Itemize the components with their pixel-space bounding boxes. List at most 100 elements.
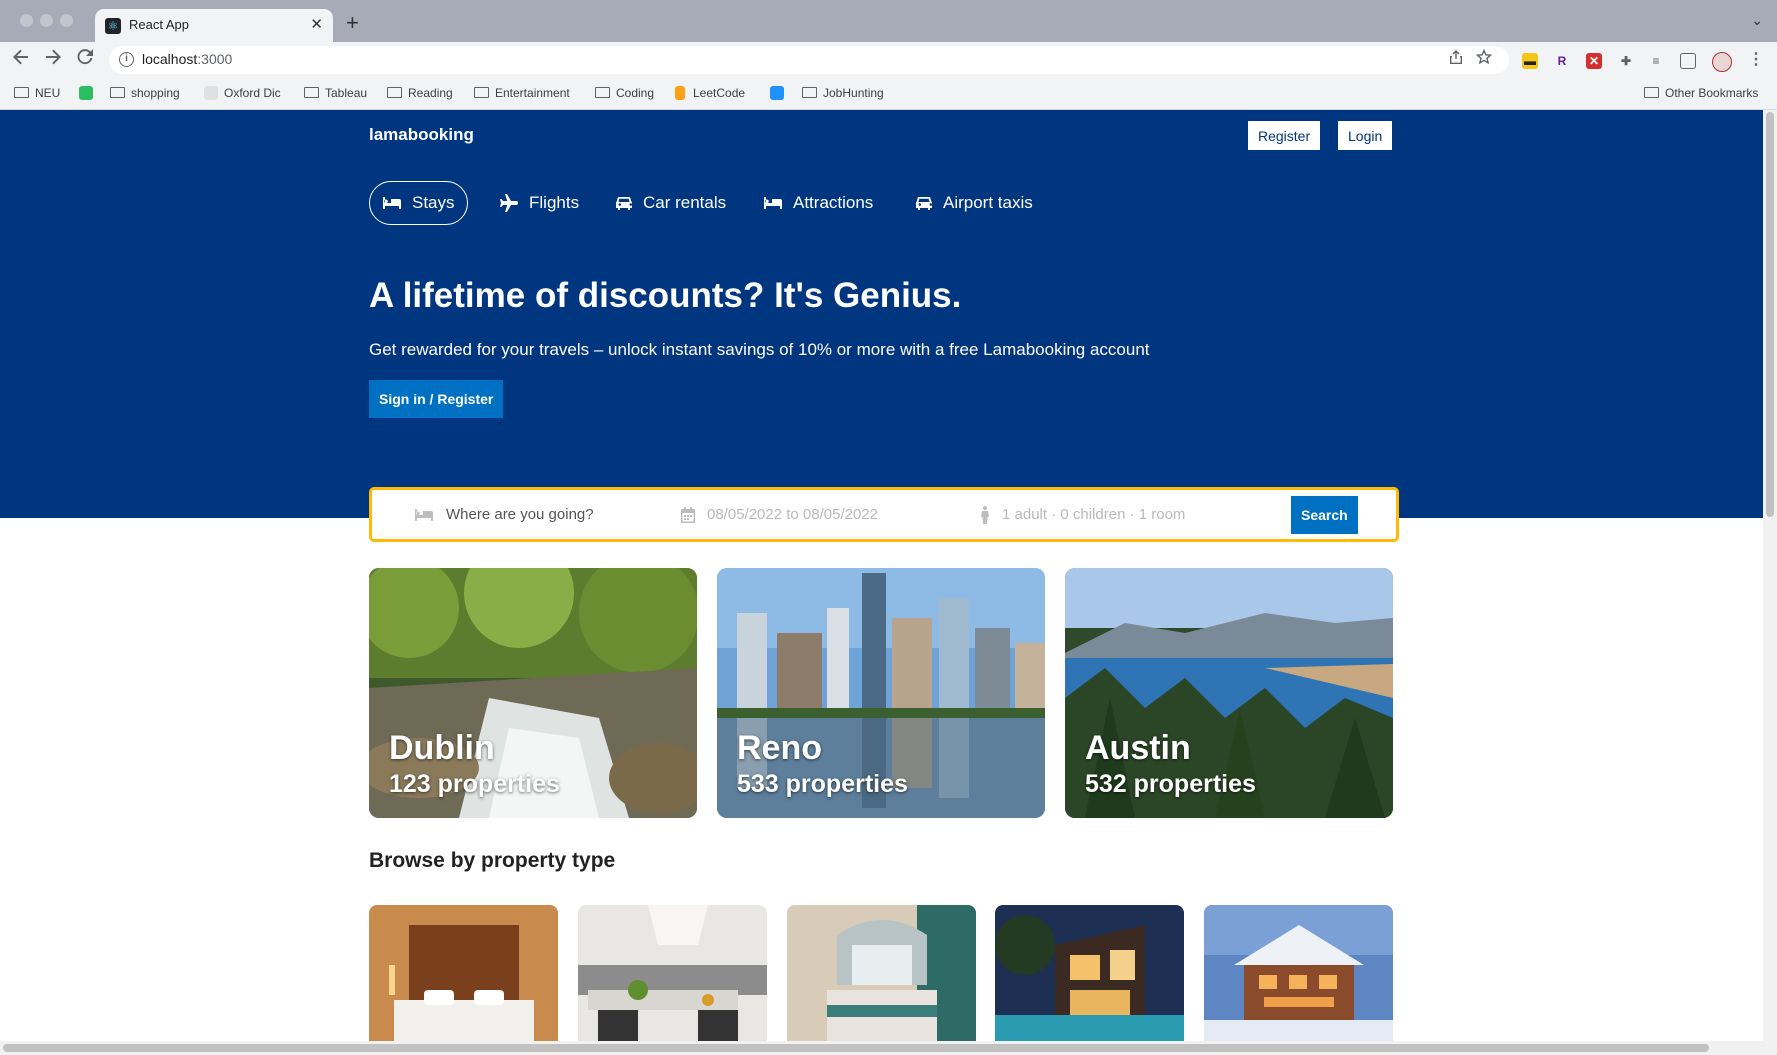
cabin-image xyxy=(1204,905,1393,1041)
bed-icon xyxy=(415,508,433,521)
property-type-card-apartment[interactable] xyxy=(578,905,767,1041)
share-icon[interactable] xyxy=(1449,49,1463,70)
featured-card-austin[interactable]: Austin 532 properties xyxy=(1065,568,1393,818)
bookmark-entertainment[interactable]: Entertainment xyxy=(474,86,570,100)
bookmark-reading[interactable]: Reading xyxy=(387,86,453,100)
leetcode-icon xyxy=(675,86,685,100)
star-icon[interactable] xyxy=(1475,48,1493,70)
destination-field[interactable] xyxy=(414,490,656,539)
property-type-card-hotel[interactable] xyxy=(369,905,558,1041)
bookmark-evernote-icon[interactable] xyxy=(79,86,93,100)
folder-icon xyxy=(474,87,489,98)
hotel-room-image xyxy=(369,905,558,1041)
window-minimize-dot[interactable] xyxy=(40,14,53,27)
window-zoom-dot[interactable] xyxy=(60,14,73,27)
sign-in-register-button[interactable]: Sign in / Register xyxy=(369,380,504,418)
close-tab-icon[interactable]: ✕ xyxy=(310,15,323,33)
bookmark-other[interactable]: Other Bookmarks xyxy=(1644,86,1758,100)
date-picker-field[interactable]: 08/05/2022 to 08/05/2022 xyxy=(681,490,878,539)
site-logo[interactable]: lamabooking xyxy=(369,125,474,145)
taxi-icon xyxy=(916,197,933,210)
extension-red-icon[interactable]: ✕ xyxy=(1586,53,1602,69)
nav-stays[interactable]: Stays xyxy=(369,181,468,225)
featured-name: Austin xyxy=(1085,729,1191,767)
nav-car-rentals[interactable]: Car rentals xyxy=(615,181,726,225)
browser-toolbar: i localhost:3000 ▬ R ✕ ✚ ≡ ⋮ xyxy=(0,42,1777,78)
back-icon[interactable] xyxy=(12,48,30,72)
featured-card-dublin[interactable]: Dublin 123 properties xyxy=(369,568,697,818)
forward-icon[interactable] xyxy=(44,48,62,72)
guests-field[interactable]: 1 adult · 0 children · 1 room xyxy=(980,490,1185,539)
nav-attractions[interactable]: Attractions xyxy=(763,181,873,225)
kitchen-image xyxy=(578,905,767,1041)
bookmark-oxford-dic[interactable]: Oxford Dic xyxy=(204,86,281,100)
villa-image xyxy=(995,905,1184,1041)
bookmarks-bar: NEU shopping Oxford Dic Tableau Reading … xyxy=(0,78,1777,110)
new-tab-icon[interactable]: + xyxy=(346,10,359,36)
oxford-icon xyxy=(204,86,218,100)
featured-name: Reno xyxy=(737,729,822,767)
hero-title: A lifetime of discounts? It's Genius. xyxy=(369,276,962,315)
horizontal-scroll-thumb[interactable] xyxy=(3,1044,1709,1052)
side-panel-icon[interactable] xyxy=(1680,53,1696,69)
bookmark-leetcode[interactable]: LeetCode xyxy=(675,86,745,100)
folder-icon xyxy=(110,87,125,98)
property-type-card-villa[interactable] xyxy=(995,905,1184,1041)
folder-icon xyxy=(1644,87,1659,98)
tab-search-icon[interactable]: ⌄ xyxy=(1751,12,1763,29)
property-type-card-resort[interactable] xyxy=(787,905,976,1041)
register-button[interactable]: Register xyxy=(1248,121,1321,150)
featured-count: 123 properties xyxy=(389,770,560,798)
car-icon xyxy=(616,197,633,210)
bed-icon xyxy=(383,197,401,209)
guests-text: 1 adult · 0 children · 1 room xyxy=(1002,506,1186,523)
bookmark-neu[interactable]: NEU xyxy=(14,86,60,100)
react-icon: ⚛ xyxy=(105,18,121,34)
url-text: localhost:3000 xyxy=(142,51,233,67)
extension-r-icon[interactable]: R xyxy=(1554,53,1570,69)
person-icon xyxy=(981,505,989,524)
vertical-scrollbar[interactable] xyxy=(1763,110,1777,1055)
featured-count: 532 properties xyxy=(1085,770,1256,798)
login-button[interactable]: Login xyxy=(1338,121,1393,150)
bookmark-coding[interactable]: Coding xyxy=(595,86,654,100)
calendar-icon xyxy=(681,506,695,523)
tab-title: React App xyxy=(129,17,189,32)
folder-icon xyxy=(802,87,817,98)
browser-tab[interactable]: ⚛ React App ✕ xyxy=(95,9,333,42)
featured-card-reno[interactable]: Reno 533 properties xyxy=(717,568,1045,818)
folder-icon xyxy=(387,87,402,98)
resort-room-image xyxy=(787,905,976,1041)
bookmark-s-icon[interactable] xyxy=(770,86,784,100)
address-bar[interactable]: i localhost:3000 xyxy=(109,46,1509,74)
browser-tabstrip: ⚛ React App ✕ + ⌄ xyxy=(0,0,1777,42)
extensions-icon[interactable]: ✚ xyxy=(1618,53,1634,69)
nav-flights[interactable]: Flights xyxy=(499,181,579,225)
bookmark-jobhunting[interactable]: JobHunting xyxy=(802,86,884,100)
horizontal-scrollbar[interactable] xyxy=(0,1041,1763,1055)
reading-list-icon[interactable]: ≡ xyxy=(1648,53,1664,69)
featured-count: 533 properties xyxy=(737,770,908,798)
featured-name: Dublin xyxy=(389,729,495,767)
bookmark-tableau[interactable]: Tableau xyxy=(304,86,367,100)
date-range-text: 08/05/2022 to 08/05/2022 xyxy=(707,506,878,523)
hero-subtitle: Get rewarded for your travels – unlock i… xyxy=(369,340,1150,359)
plane-icon xyxy=(500,194,518,212)
menu-icon[interactable]: ⋮ xyxy=(1748,52,1764,68)
property-type-card-cabin[interactable] xyxy=(1204,905,1393,1041)
property-types-title: Browse by property type xyxy=(369,849,616,872)
destination-input[interactable] xyxy=(446,506,656,523)
search-bar: 08/05/2022 to 08/05/2022 1 adult · 0 chi… xyxy=(369,487,1399,542)
nav-airport-taxis[interactable]: Airport taxis xyxy=(915,181,1033,225)
window-close-dot[interactable] xyxy=(20,14,33,27)
profile-avatar-icon[interactable] xyxy=(1712,52,1732,72)
vertical-scroll-thumb[interactable] xyxy=(1766,112,1774,517)
folder-icon xyxy=(595,87,610,98)
reload-icon[interactable] xyxy=(76,48,94,72)
bookmark-shopping[interactable]: shopping xyxy=(110,86,180,100)
folder-icon xyxy=(304,87,319,98)
folder-icon xyxy=(14,87,29,98)
info-icon[interactable]: i xyxy=(119,52,134,67)
search-button[interactable]: Search xyxy=(1291,496,1358,534)
extension-yellow-icon[interactable]: ▬ xyxy=(1522,53,1538,69)
